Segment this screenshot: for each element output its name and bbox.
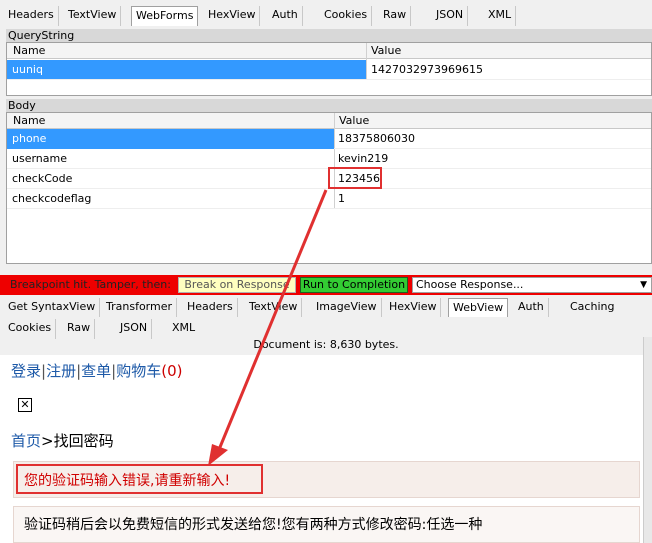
annotation-arrow-icon [208, 189, 328, 466]
